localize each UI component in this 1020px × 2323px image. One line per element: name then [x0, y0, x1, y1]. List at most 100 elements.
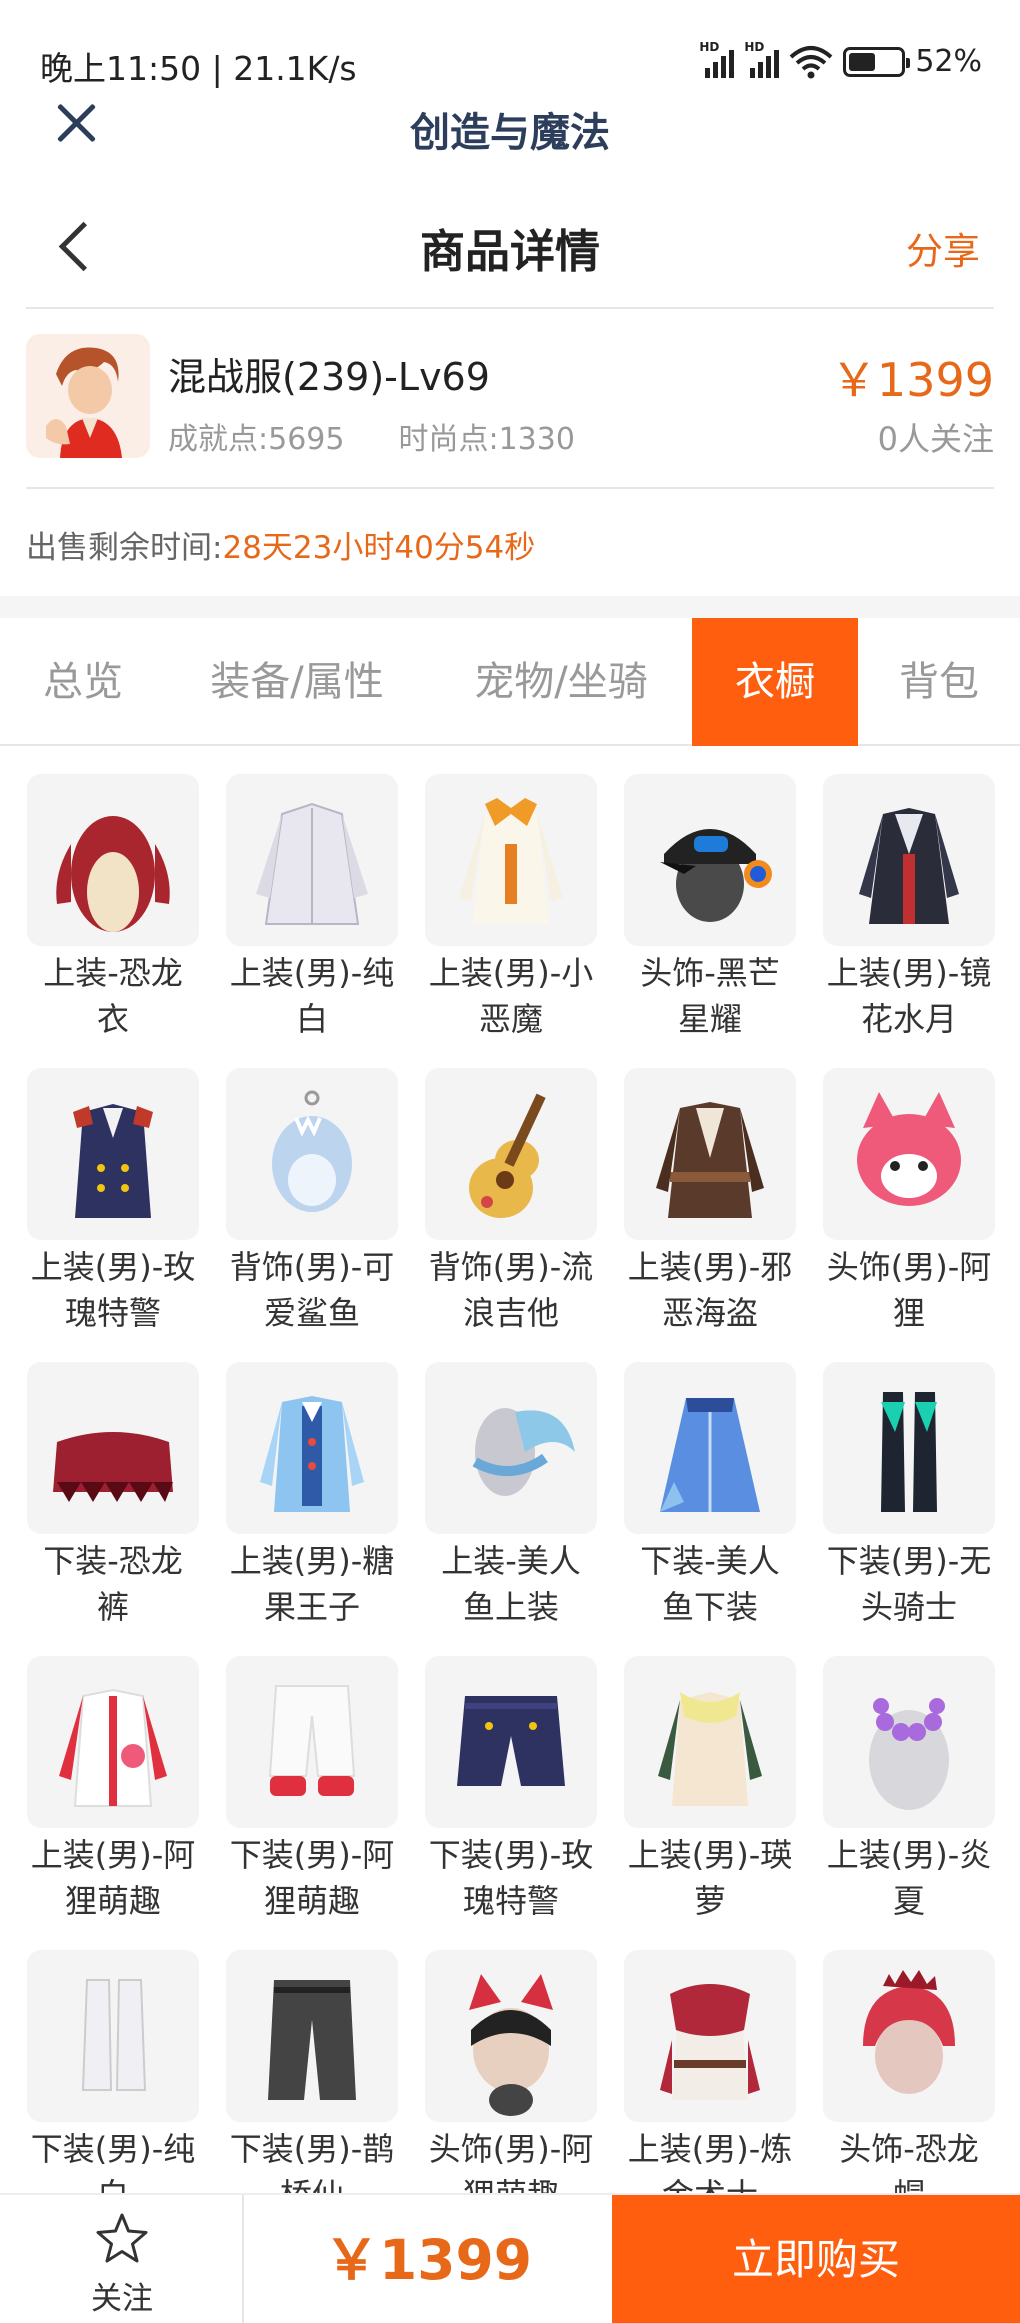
police-shorts-icon — [425, 1656, 597, 1828]
wardrobe-item-label: 背饰(男)-可 爱鲨鱼 — [229, 1248, 395, 1332]
wardrobe-item-label: 上装(男)-瑛萝 — [627, 1836, 793, 1920]
wardrobe-item-label: 下装(男)-无 头骑士 — [826, 1542, 992, 1626]
wardrobe-item[interactable]: 下装-美人 鱼下装 — [606, 1334, 806, 1626]
guitar-icon — [425, 1068, 597, 1240]
sale-timer: 出售剩余时间:28天23小时40分54秒 — [26, 522, 535, 567]
wardrobe-item-label: 上装(男)-炎夏 — [826, 1836, 992, 1920]
wardrobe-item-label: 头饰(男)-阿狸 — [826, 1248, 992, 1332]
wardrobe-item-label: 头饰-黑芒 星耀 — [640, 954, 780, 1038]
tab-overview[interactable]: 总览 — [24, 618, 142, 746]
scarf-top-icon — [624, 1656, 796, 1828]
wardrobe-item[interactable]: 上装(男)-瑛萝 — [606, 1628, 806, 1920]
wardrobe-item[interactable]: 下装(男)-阿 狸萌趣 — [208, 1628, 408, 1920]
alchemist-coat-icon — [624, 1950, 796, 2122]
wardrobe-item[interactable]: 上装(男)-邪 恶海盗 — [606, 1040, 806, 1332]
tab-bar: 总览 装备/属性 宠物/坐骑 衣橱 背包 — [0, 618, 1020, 746]
follower-count: 0人关注 — [877, 420, 994, 458]
achievement-points: 成就点:5695 — [168, 422, 345, 457]
shark-backpack-icon — [226, 1068, 398, 1240]
battery-percent: 52% — [915, 44, 982, 79]
wardrobe-item[interactable]: 上装(男)-小 恶魔 — [407, 746, 607, 1038]
mirror-coat-icon — [823, 774, 995, 946]
wardrobe-item[interactable]: 上装(男)-玫 瑰特警 — [9, 1040, 209, 1332]
lei-necklace-icon — [823, 1656, 995, 1828]
page-header: 商品详情 分享 — [0, 195, 1020, 305]
wardrobe-item[interactable]: 上装(男)-糖 果王子 — [208, 1334, 408, 1626]
wardrobe-item[interactable]: 上装(男)-阿 狸萌趣 — [9, 1628, 209, 1920]
buy-now-button[interactable]: 立即购买 — [612, 2195, 1020, 2323]
wardrobe-item-label: 上装-美人 鱼上装 — [441, 1542, 581, 1626]
product-summary: 混战服(239)-Lv69 成就点:5695 时尚点:1330 ￥1399 0人… — [0, 308, 1020, 488]
wardrobe-item-label: 下装(男)-鹊 桥仙 — [229, 2130, 395, 2196]
wardrobe-item[interactable]: 下装-恐龙裤 — [9, 1334, 209, 1626]
wardrobe-item-label: 下装(男)-阿 狸萌趣 — [229, 1836, 395, 1920]
wardrobe-item[interactable]: 头饰(男)-阿 狸萌趣 — [407, 1922, 607, 2196]
wardrobe-item[interactable]: 头饰-恐龙帽 — [805, 1922, 1005, 2196]
tab-pets-mounts[interactable]: 宠物/坐骑 — [450, 618, 672, 746]
wardrobe-item-label: 上装(男)-阿 狸萌趣 — [30, 1836, 196, 1920]
mermaid-top-icon — [425, 1362, 597, 1534]
wardrobe-item[interactable]: 头饰-黑芒 星耀 — [606, 746, 806, 1038]
section-gap — [0, 596, 1020, 618]
cap-headphones-icon — [624, 774, 796, 946]
signal-icon: HD — [699, 40, 735, 78]
wardrobe-item[interactable]: 上装(男)-镜 花水月 — [805, 746, 1005, 1038]
white-coat-icon — [226, 774, 398, 946]
white-boots-icon — [27, 1950, 199, 2122]
wardrobe-item-label: 上装(男)-邪 恶海盗 — [627, 1248, 793, 1332]
wardrobe-item[interactable]: 下装(男)-鹊 桥仙 — [208, 1922, 408, 2196]
fashion-points: 时尚点:1330 — [398, 422, 575, 457]
pirate-coat-icon — [624, 1068, 796, 1240]
wardrobe-item-label: 上装(男)-小 恶魔 — [428, 954, 594, 1038]
wardrobe-item[interactable]: 背饰(男)-流 浪吉他 — [407, 1040, 607, 1332]
bottom-bar: 关注 ￥1399 立即购买 — [0, 2193, 1020, 2323]
knight-boots-icon — [823, 1362, 995, 1534]
candy-prince-coat-icon — [226, 1362, 398, 1534]
wardrobe-item-label: 下装(男)-玫 瑰特警 — [428, 1836, 594, 1920]
status-bar: 晚上11:50 | 21.1K/s HD HD 52% — [0, 0, 1020, 90]
character-avatar — [26, 334, 150, 458]
wardrobe-item[interactable]: 下装(男)-纯白 — [9, 1922, 209, 2196]
wardrobe-item[interactable]: 背饰(男)-可 爱鲨鱼 — [208, 1040, 408, 1332]
tab-equipment[interactable]: 装备/属性 — [188, 618, 406, 746]
wardrobe-item-label: 上装(男)-糖 果王子 — [229, 1542, 395, 1626]
fox-pants-icon — [226, 1656, 398, 1828]
fox-jacket-icon — [27, 1656, 199, 1828]
tab-backpack[interactable]: 背包 — [880, 618, 998, 746]
black-pants-icon — [226, 1950, 398, 2122]
wardrobe-item[interactable]: 下装(男)-玫 瑰特警 — [407, 1628, 607, 1920]
wardrobe-item-label: 上装(男)-纯白 — [229, 954, 395, 1038]
app-header: 创造与魔法 — [0, 90, 1020, 160]
fox-head-icon — [823, 1068, 995, 1240]
dino-pants-icon — [27, 1362, 199, 1534]
app-title: 创造与魔法 — [410, 110, 610, 156]
wardrobe-item[interactable]: 下装(男)-无 头骑士 — [805, 1334, 1005, 1626]
wardrobe-item[interactable]: 上装-美人 鱼上装 — [407, 1334, 607, 1626]
rose-police-coat-icon — [27, 1068, 199, 1240]
wardrobe-item[interactable]: 上装(男)-纯白 — [208, 746, 408, 1038]
wardrobe-item[interactable]: 上装(男)-炼 金术士 — [606, 1922, 806, 2196]
wardrobe-item-label: 上装-恐龙衣 — [43, 954, 183, 1038]
follow-button[interactable]: 关注 — [0, 2195, 244, 2323]
wardrobe-item[interactable]: 头饰(男)-阿狸 — [805, 1040, 1005, 1332]
wardrobe-item[interactable]: 上装-恐龙衣 — [9, 746, 209, 1038]
wardrobe-item-label: 上装(男)-镜 花水月 — [826, 954, 992, 1038]
product-price: ￥1399 — [830, 353, 994, 407]
tab-wardrobe[interactable]: 衣橱 — [692, 618, 858, 746]
page-title: 商品详情 — [419, 225, 600, 278]
wardrobe-item-label: 上装(男)-炼 金术士 — [627, 2130, 793, 2196]
status-icons: HD HD 52% — [699, 40, 982, 80]
share-button[interactable]: 分享 — [906, 221, 980, 275]
dino-hat-icon — [823, 1950, 995, 2122]
wardrobe-item-label: 下装-恐龙裤 — [43, 1542, 183, 1626]
star-icon — [96, 2213, 148, 2263]
wardrobe-item[interactable]: 上装(男)-炎夏 — [805, 1628, 1005, 1920]
divider — [26, 487, 994, 489]
wardrobe-item-label: 上装(男)-玫 瑰特警 — [30, 1248, 196, 1332]
wifi-icon — [789, 45, 833, 78]
product-stats: 成就点:5695 时尚点:1330 — [168, 414, 575, 458]
wardrobe-item-label: 下装(男)-纯白 — [30, 2130, 196, 2196]
timer-value: 28天23小时40分54秒 — [222, 530, 536, 566]
follow-label: 关注 — [91, 2281, 153, 2317]
signal-icon: HD — [744, 40, 780, 78]
